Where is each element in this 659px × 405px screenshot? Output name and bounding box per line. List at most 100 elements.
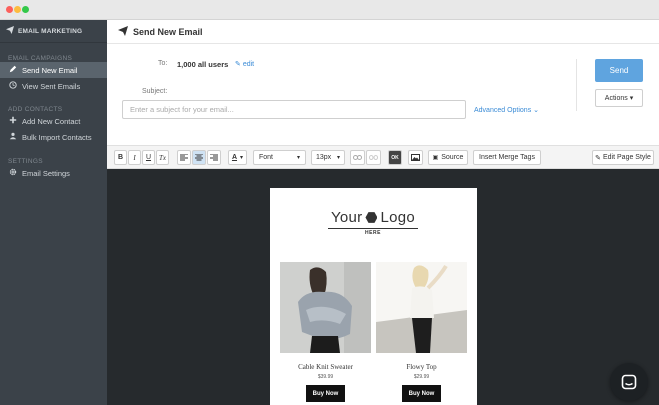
page-header: Send New Email — [107, 20, 659, 44]
edit-page-style-label: Edit Page Style — [603, 154, 651, 161]
sidebar: EMAIL MARKETING EMAIL CAMPAIGNS Send New… — [0, 20, 107, 405]
product-price: $29.99 — [413, 374, 430, 380]
pencil-icon — [8, 65, 18, 75]
window-titlebar — [0, 0, 659, 20]
chat-widget-button[interactable] — [610, 363, 648, 401]
align-right-icon — [210, 154, 218, 161]
product-photo-sweater — [280, 262, 371, 353]
section-title-add-contacts: ADD CONTACTS — [8, 106, 63, 113]
chevron-down-icon: ⌄ — [533, 107, 540, 114]
gear-icon — [8, 168, 18, 178]
actions-label: Actions — [604, 95, 628, 102]
source-label: Source — [441, 154, 464, 161]
logo-text-right: Logo — [380, 209, 416, 226]
sidebar-item-bulk-import-contacts[interactable]: Bulk Import Contacts — [0, 129, 107, 145]
underline-button[interactable]: U — [142, 150, 155, 165]
sidebar-item-send-new-email[interactable]: Send New Email — [0, 62, 107, 78]
logo-subtext: HERE — [365, 230, 381, 236]
logo-wordmark: Your Logo — [328, 209, 418, 226]
sidebar-item-label: Add New Contact — [22, 116, 81, 126]
pencil-icon: ✎ — [235, 61, 241, 68]
brand-label: EMAIL MARKETING — [18, 27, 83, 35]
email-preview[interactable]: Your Logo HERE Cable Knit Sweater $39.99 — [270, 188, 477, 405]
align-center-button[interactable] — [192, 150, 206, 165]
paper-plane-icon — [6, 26, 14, 36]
sidebar-item-email-settings[interactable]: Email Settings — [0, 165, 107, 181]
maximize-window-button[interactable] — [22, 6, 29, 13]
caret-down-icon: ▾ — [240, 155, 244, 161]
align-right-button[interactable] — [207, 150, 221, 165]
product-card[interactable]: Cable Knit Sweater $39.99 Buy Now — [280, 262, 371, 402]
logo-text-left: Your — [330, 209, 363, 226]
buy-now-button[interactable]: Buy Now — [402, 385, 441, 402]
unlink-button[interactable] — [366, 150, 381, 165]
to-label: To: — [158, 60, 168, 67]
product-name: Flowy Top — [406, 363, 437, 371]
hexagon-icon — [365, 212, 378, 223]
link-icon — [353, 155, 362, 160]
section-title-settings: SETTINGS — [8, 158, 43, 165]
insert-merge-tags-button[interactable]: Insert Merge Tags — [473, 150, 541, 165]
editor-canvas: Your Logo HERE Cable Knit Sweater $39.99 — [107, 169, 659, 405]
sidebar-item-add-new-contact[interactable]: Add New Contact — [0, 113, 107, 129]
page-title: Send New Email — [133, 26, 203, 37]
subject-label: Subject: — [142, 88, 168, 95]
sidebar-item-view-sent-emails[interactable]: View Sent Emails — [0, 78, 107, 94]
caret-down-icon: ▾ — [629, 95, 634, 102]
import-icon — [8, 132, 18, 142]
source-button[interactable]: ▣ Source — [428, 150, 468, 165]
source-icon: ▣ — [432, 155, 439, 161]
insert-image-button[interactable] — [408, 150, 423, 165]
bold-button[interactable]: B — [114, 150, 127, 165]
section-title-email-campaigns: EMAIL CAMPAIGNS — [8, 55, 73, 62]
font-select-value: Font — [259, 154, 274, 161]
sidebar-item-label: View Sent Emails — [22, 81, 81, 91]
compose-form: To: 1,000 all users ✎ edit Subject: Adva… — [107, 44, 659, 145]
editor-toolbar: B I U Tx A ▾ Font ▾ 13px ▾ OK ▣ Source I… — [107, 145, 659, 169]
unlink-icon — [369, 155, 378, 160]
clear-format-button[interactable]: Tx — [156, 150, 169, 165]
product-photo-top — [376, 262, 467, 353]
close-window-button[interactable] — [6, 6, 13, 13]
sidebar-item-label: Bulk Import Contacts — [22, 132, 92, 142]
send-button[interactable]: Send — [595, 59, 643, 82]
edit-page-style-button[interactable]: ✎ Edit Page Style — [592, 150, 654, 165]
caret-down-icon: ▾ — [336, 155, 340, 161]
advanced-options-link[interactable]: Advanced Options ⌄ — [474, 106, 539, 114]
sidebar-item-label: Email Settings — [22, 168, 70, 178]
text-color-button[interactable]: A ▾ — [228, 150, 247, 165]
subject-input[interactable] — [122, 100, 466, 119]
chat-icon — [621, 374, 637, 390]
logo-divider — [328, 228, 418, 229]
text-color-icon: A — [231, 154, 238, 161]
actions-dropdown[interactable]: Actions ▾ — [595, 89, 643, 107]
pencil-icon: ✎ — [595, 154, 601, 162]
product-price: $39.99 — [317, 374, 334, 380]
recipients-value: 1,000 all users — [177, 60, 229, 69]
font-size-select[interactable]: 13px ▾ — [311, 150, 345, 165]
paper-plane-icon — [118, 25, 128, 38]
align-left-icon — [180, 154, 188, 161]
link-button[interactable] — [350, 150, 365, 165]
product-card[interactable]: Flowy Top $29.99 Buy Now — [376, 262, 467, 402]
edit-recipients-link[interactable]: ✎ edit — [235, 60, 254, 68]
sidebar-brand[interactable]: EMAIL MARKETING — [0, 20, 107, 43]
product-name: Cable Knit Sweater — [298, 363, 353, 371]
buy-now-button[interactable]: Buy Now — [306, 385, 345, 402]
align-left-button[interactable] — [177, 150, 191, 165]
edit-link-label: edit — [242, 61, 255, 68]
divider — [576, 59, 577, 111]
font-size-value: 13px — [316, 154, 332, 161]
logo-placeholder[interactable]: Your Logo HERE — [328, 209, 418, 236]
sidebar-item-label: Send New Email — [22, 65, 78, 75]
image-icon — [411, 154, 420, 161]
align-center-icon — [195, 154, 203, 161]
plus-icon — [8, 116, 18, 126]
caret-down-icon: ▾ — [296, 155, 300, 161]
advanced-options-label: Advanced Options — [474, 107, 532, 114]
clock-icon — [8, 81, 18, 91]
font-family-select[interactable]: Font ▾ — [253, 150, 306, 165]
minimize-window-button[interactable] — [14, 6, 21, 13]
special-block-button[interactable]: OK — [388, 150, 402, 165]
italic-button[interactable]: I — [128, 150, 141, 165]
